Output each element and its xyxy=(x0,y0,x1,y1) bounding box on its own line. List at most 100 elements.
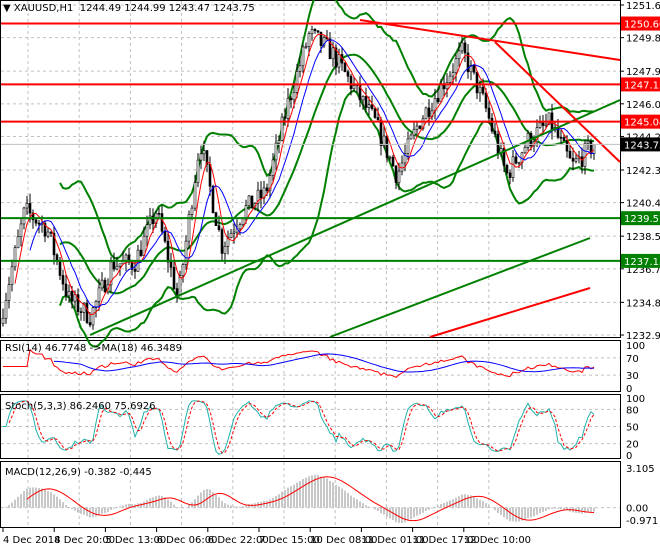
candle xyxy=(103,279,107,293)
candle xyxy=(70,291,74,302)
candle xyxy=(583,143,587,167)
level-label: 1247.15 xyxy=(624,80,660,91)
candle xyxy=(310,29,314,34)
candle xyxy=(283,116,287,119)
candle xyxy=(289,97,293,101)
candle xyxy=(439,83,443,103)
candle xyxy=(280,116,284,141)
rsi-tick-label: 100 xyxy=(626,341,645,352)
candle xyxy=(394,165,398,183)
price-tick-label: 1238.55 xyxy=(626,232,660,243)
candle xyxy=(379,119,383,146)
open-value: 1244.49 xyxy=(79,3,122,14)
candle xyxy=(238,224,242,230)
candle xyxy=(523,147,527,154)
candle xyxy=(232,231,236,234)
candle xyxy=(592,144,596,155)
candle xyxy=(277,140,281,144)
candle xyxy=(331,47,335,60)
candle xyxy=(28,203,32,214)
candle xyxy=(115,265,119,270)
candle xyxy=(493,130,497,135)
candle xyxy=(487,107,491,119)
stoch-tick-label: 0 xyxy=(626,451,632,462)
candle xyxy=(373,108,377,118)
candle xyxy=(58,260,62,276)
candle xyxy=(67,291,71,297)
candle xyxy=(490,117,494,132)
candle xyxy=(376,117,380,121)
candle xyxy=(295,71,299,93)
candle xyxy=(61,275,65,285)
candle xyxy=(364,96,368,108)
candle xyxy=(4,300,8,319)
candle xyxy=(175,288,179,295)
candle xyxy=(208,163,212,187)
candle xyxy=(571,157,575,162)
candle xyxy=(46,231,50,237)
candle xyxy=(445,82,449,90)
candle xyxy=(25,203,29,209)
chart-canvas[interactable]: 1251.651249.801247.901246.051244.201242.… xyxy=(0,0,660,550)
macd-tick-label: 3.105 xyxy=(626,464,655,475)
level-label: 1237.15 xyxy=(624,257,660,268)
candle xyxy=(352,85,356,90)
macd-tick-label: 0.00 xyxy=(626,504,648,515)
candle xyxy=(316,30,320,33)
candle xyxy=(241,218,245,225)
candle xyxy=(448,75,452,83)
candle xyxy=(16,236,20,249)
chart-header: ▼ XAUUSD,H1 1244.49 1244.99 1243.47 1243… xyxy=(3,3,255,14)
current-price-label: 1243.75 xyxy=(624,140,660,151)
candle xyxy=(91,307,95,326)
stoch-tick-label: 50 xyxy=(626,423,639,434)
candle xyxy=(265,187,269,192)
low-value: 1243.47 xyxy=(168,3,211,14)
candle xyxy=(538,122,542,128)
candle xyxy=(37,222,41,225)
candle xyxy=(412,129,416,136)
candle xyxy=(229,233,233,238)
candle xyxy=(505,164,509,174)
candle xyxy=(139,249,143,256)
candle xyxy=(496,133,500,154)
price-tick-label: 1242.30 xyxy=(626,166,660,177)
price-tick-label: 1247.90 xyxy=(626,67,660,78)
time-tick-label: 12 Dec 10:00 xyxy=(464,535,531,546)
candle xyxy=(85,302,89,323)
candle xyxy=(193,182,197,209)
candle xyxy=(34,219,38,224)
candle xyxy=(142,235,146,256)
macd-label: MACD(12,26,9) -0.382 -0.445 xyxy=(5,467,152,478)
pane-frame-0 xyxy=(0,0,621,338)
candle xyxy=(481,86,485,94)
candle xyxy=(145,224,149,237)
candle xyxy=(508,172,512,178)
chart-window[interactable]: 1251.651249.801247.901246.051244.201242.… xyxy=(0,0,660,550)
candle xyxy=(361,96,365,101)
candle xyxy=(244,205,248,220)
candle xyxy=(397,170,401,183)
candle xyxy=(427,107,431,117)
stoch-label: Stoch(5,3,3) 86.2460 75.6926 xyxy=(5,401,156,412)
candle xyxy=(562,137,566,141)
candle xyxy=(385,135,389,158)
candle xyxy=(454,58,458,73)
candle xyxy=(133,269,137,272)
candle xyxy=(250,195,254,209)
candle xyxy=(484,92,488,109)
candle xyxy=(451,72,455,77)
rsi-tick-label: 30 xyxy=(626,371,639,382)
candle xyxy=(223,246,227,254)
candle xyxy=(367,104,371,108)
dropdown-arrow-icon[interactable]: ▼ xyxy=(3,3,11,14)
candle xyxy=(178,275,182,295)
candle xyxy=(118,263,122,267)
candle xyxy=(400,162,404,172)
candle xyxy=(580,156,584,167)
price-tick-label: 1246.05 xyxy=(626,100,660,111)
candle xyxy=(157,212,161,215)
candle xyxy=(274,142,278,161)
candle xyxy=(478,86,482,94)
candle xyxy=(514,156,518,164)
